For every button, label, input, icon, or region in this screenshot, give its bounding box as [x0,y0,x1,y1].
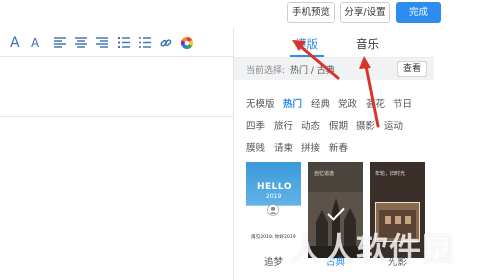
editor-area[interactable]: A A [0,28,234,280]
editor-toolbar: A A [0,28,234,57]
category-holiday[interactable]: 假期 [329,118,348,132]
category-sports[interactable]: 运动 [384,118,403,132]
align-center-icon[interactable] [75,34,87,51]
category-party[interactable]: 党政 [338,96,357,110]
category-misc[interactable]: 膜贱 [246,140,265,154]
current-selection-bar: 当前选择: 热门 / 古典 查看 [234,58,434,80]
template-caption-dream: 追梦 [264,257,284,268]
category-none[interactable]: 无模版 [246,96,275,110]
tab-templates[interactable]: 模版 [295,36,318,52]
align-right-icon[interactable] [96,34,108,51]
view-button[interactable]: 查看 [397,61,427,77]
card-text: 自忆追逸 [314,171,335,177]
category-spring-festival[interactable]: 新春 [329,140,348,154]
current-selection-path: 热门 / 古典 [290,66,335,76]
card-text: 年轮，旧时光 [375,171,406,177]
category-dynamic[interactable]: 动态 [301,118,320,132]
font-size-increase-icon[interactable]: A [10,34,20,51]
unordered-list-icon[interactable] [139,34,151,51]
category-festival[interactable]: 节日 [393,96,412,110]
align-left-icon[interactable] [54,34,66,51]
avatar-icon [267,204,279,216]
tab-music[interactable]: 音乐 [356,36,379,52]
done-button[interactable]: 完成 [396,2,441,23]
category-travel[interactable]: 旅行 [274,118,293,132]
color-wheel-icon[interactable] [181,34,193,51]
watermark-text: 人人软件园 [290,230,456,268]
editor-divider [0,116,234,117]
link-icon[interactable] [160,34,172,51]
top-bar: 手机预览 分享/设置 完成 [0,0,500,28]
category-invitation[interactable]: 请柬 [274,140,293,154]
ordered-list-icon[interactable] [118,34,130,51]
category-flowers[interactable]: 荟花 [366,96,385,110]
card-title: HELLO [257,182,292,192]
card-text: 再见2018, 你好2019 [251,235,296,240]
current-selection-label: 当前选择: [246,66,286,76]
card-year: 2019 [266,193,282,200]
category-hot[interactable]: 热门 [283,96,302,110]
category-seasons[interactable]: 四季 [246,118,265,132]
font-size-decrease-icon[interactable]: A [31,34,39,51]
mobile-preview-button[interactable]: 手机预览 [287,2,335,23]
category-classic[interactable]: 经典 [311,96,330,110]
share-settings-button[interactable]: 分享/设置 [340,2,390,23]
category-photography[interactable]: 摄影 [356,118,375,132]
category-collage[interactable]: 拼接 [301,140,320,154]
